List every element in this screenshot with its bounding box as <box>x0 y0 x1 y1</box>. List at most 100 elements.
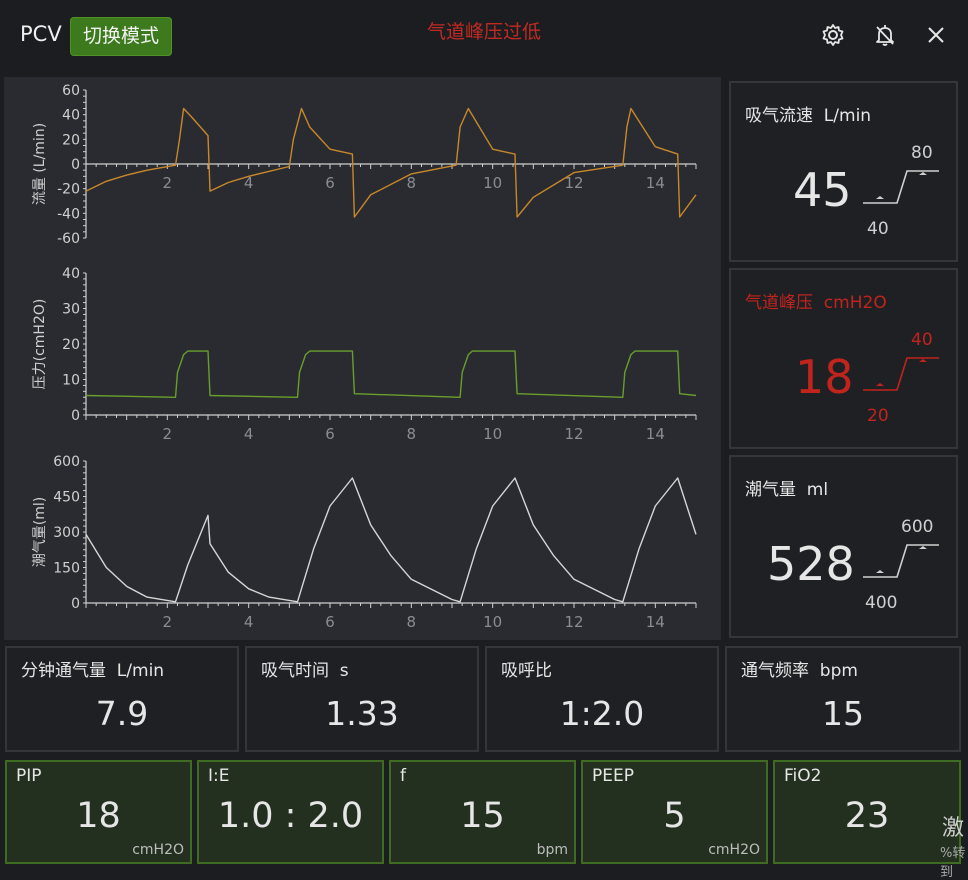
y-tick-label: 600 <box>53 454 80 470</box>
y-tick-label: 150 <box>53 561 80 577</box>
upper-limit: 40 <box>911 330 933 350</box>
limit-range-icon <box>863 170 939 204</box>
setting-name: PEEP <box>592 766 634 786</box>
x-tick-label: 4 <box>244 613 254 631</box>
setting-name: I:E <box>208 766 230 786</box>
setting-unit: cmH2O <box>132 842 184 858</box>
stat-title: 吸气时间 s <box>261 661 349 681</box>
setting-ie[interactable]: I:E 1.0 : 2.0 <box>197 760 384 864</box>
x-tick-label: 10 <box>483 174 502 192</box>
card-title: 潮气量 ml <box>745 480 829 500</box>
stat-title: 通气频率 bpm <box>741 661 858 681</box>
setting-frequency[interactable]: f 15 bpm <box>389 760 576 864</box>
y-tick-label: -40 <box>57 206 80 222</box>
alarm-mute-bell-icon[interactable] <box>870 20 900 50</box>
edge-truncated-subtext: %转到 <box>940 846 966 880</box>
x-tick-label: 6 <box>325 174 335 192</box>
ventilation-mode-label: PCV <box>20 22 62 46</box>
x-tick-label: 14 <box>646 613 665 631</box>
setting-name: f <box>400 766 406 786</box>
limit-range-icon <box>863 544 939 578</box>
y-tick-label: 0 <box>71 596 80 612</box>
x-tick-label: 8 <box>407 174 417 192</box>
volume-y-axis-label: 潮气量(ml) <box>32 497 48 567</box>
x-tick-label: 14 <box>646 425 665 443</box>
limit-range-icon <box>863 357 939 391</box>
upper-limit: 80 <box>911 143 933 163</box>
stat-insp-time: 吸气时间 s 1.33 <box>245 646 479 752</box>
settings-gear-icon[interactable] <box>818 20 848 50</box>
setting-pip[interactable]: PIP 18 cmH2O <box>5 760 192 864</box>
x-tick-label: 2 <box>163 613 173 631</box>
setting-peep[interactable]: PEEP 5 cmH2O <box>581 760 768 864</box>
y-tick-label: 20 <box>62 132 80 148</box>
x-tick-label: 2 <box>163 425 173 443</box>
monitor-card-insp-flow[interactable]: 吸气流速 L/min 45 80 40 <box>729 81 958 262</box>
stat-value: 15 <box>822 694 864 733</box>
stat-value: 7.9 <box>95 694 149 733</box>
y-tick-label: 0 <box>71 157 80 173</box>
card-title: 气道峰压 cmH2O <box>745 293 887 313</box>
stat-title: 分钟通气量 L/min <box>21 661 165 681</box>
x-tick-label: 14 <box>646 174 665 192</box>
stat-ie-ratio: 吸呼比 1:2.0 <box>485 646 719 752</box>
y-tick-label: 30 <box>62 302 80 318</box>
x-tick-label: 4 <box>244 425 254 443</box>
edge-truncated-text: 激 <box>942 816 965 841</box>
setting-fio2[interactable]: FiO2 23 <box>773 760 961 864</box>
x-tick-label: 8 <box>407 613 417 631</box>
x-tick-label: 12 <box>564 613 583 631</box>
y-tick-label: 10 <box>62 373 80 389</box>
lower-limit: 40 <box>867 219 889 239</box>
x-tick-label: 6 <box>325 613 335 631</box>
waveform-charts: 6040200-20-40-602 4 6 8 10 12 14流量 (L/min)4030… <box>32 83 697 631</box>
monitor-card-tidal-volume[interactable]: 潮气量 ml 528 600 400 <box>729 455 958 638</box>
stat-resp-rate: 通气频率 bpm 15 <box>725 646 961 752</box>
stat-minute-volume: 分钟通气量 L/min 7.9 <box>5 646 239 752</box>
flow-y-axis-label: 流量 (L/min) <box>32 123 48 205</box>
pressure-waveform <box>85 350 697 398</box>
x-tick-label: 10 <box>483 425 502 443</box>
stat-value: 1.33 <box>325 694 399 733</box>
setting-value: 15 <box>460 796 505 836</box>
y-tick-label: 60 <box>62 83 80 99</box>
y-tick-label: 20 <box>62 337 80 353</box>
y-tick-label: 0 <box>71 408 80 424</box>
x-tick-label: 12 <box>564 425 583 443</box>
x-tick-label: 2 <box>163 174 173 192</box>
lower-limit: 400 <box>865 593 898 613</box>
y-tick-label: 300 <box>53 525 80 541</box>
close-icon[interactable] <box>921 20 951 50</box>
card-value: 18 <box>795 350 854 404</box>
volume-waveform <box>85 477 697 603</box>
lower-limit: 20 <box>867 406 889 426</box>
y-tick-label: 450 <box>53 490 80 506</box>
waveform-panel: 60 40 20 0 -20 -40 -60 2 4 6 8 10 12 14 流量 (L/min) 40 30… <box>4 77 721 640</box>
setting-name: PIP <box>16 766 42 786</box>
setting-value: 18 <box>76 796 121 836</box>
flow-waveform <box>85 107 697 218</box>
stat-value: 1:2.0 <box>559 694 645 733</box>
y-tick-label: -60 <box>57 231 80 247</box>
card-value: 45 <box>793 163 852 217</box>
y-tick-label: -20 <box>57 182 80 198</box>
setting-name: FiO2 <box>784 766 822 786</box>
setting-unit: cmH2O <box>708 842 760 858</box>
monitor-card-peak-pressure[interactable]: 气道峰压 cmH2O 18 40 20 <box>729 268 958 449</box>
setting-value: 1.0 : 2.0 <box>217 796 364 836</box>
pressure-y-axis-label: 压力(cmH2O) <box>32 299 48 390</box>
setting-unit: bpm <box>536 842 568 858</box>
setting-value: 23 <box>844 796 890 836</box>
card-title: 吸气流速 L/min <box>745 106 872 126</box>
switch-mode-button[interactable]: 切换模式 <box>70 17 172 56</box>
card-value: 528 <box>767 537 855 591</box>
upper-limit: 600 <box>901 517 934 537</box>
x-tick-label: 10 <box>483 613 502 631</box>
y-tick-label: 40 <box>62 266 80 282</box>
top-bar: PCV 切换模式 气道峰压过低 <box>0 0 968 74</box>
stat-title: 吸呼比 <box>501 661 552 681</box>
x-tick-label: 8 <box>407 425 417 443</box>
y-tick-label: 40 <box>62 108 80 124</box>
setting-value: 5 <box>663 796 686 836</box>
alarm-message: 气道峰压过低 <box>426 21 541 43</box>
